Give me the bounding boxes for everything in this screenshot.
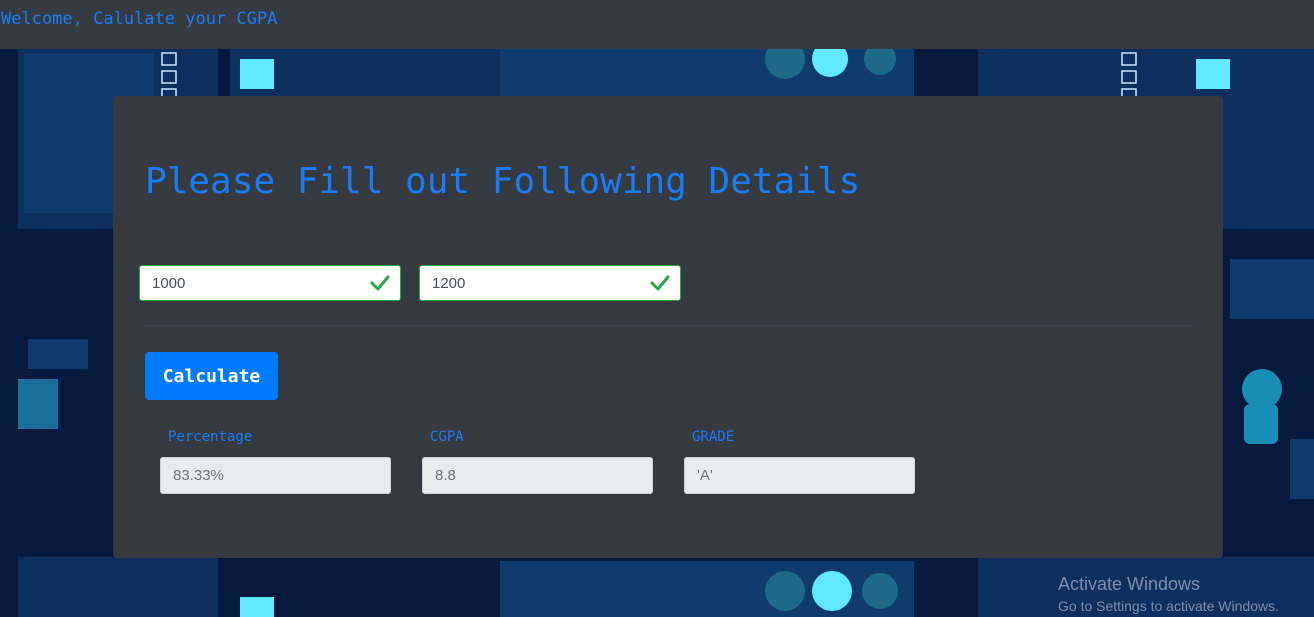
grade-output[interactable] bbox=[684, 457, 915, 494]
total-marks-field[interactable] bbox=[419, 265, 681, 301]
obtained-marks-input[interactable] bbox=[140, 266, 372, 300]
form-divider bbox=[141, 325, 1191, 326]
percentage-output[interactable] bbox=[160, 457, 391, 494]
activate-windows-title: Activate Windows bbox=[1058, 574, 1201, 594]
percentage-label: Percentage bbox=[168, 429, 253, 445]
valid-check-icon bbox=[370, 275, 390, 291]
activate-windows-subtitle: Go to Settings to activate Windows. bbox=[1058, 598, 1279, 614]
cgpa-output[interactable] bbox=[422, 457, 653, 494]
calculate-button[interactable]: Calculate bbox=[145, 352, 278, 400]
form-heading: Please Fill out Following Details bbox=[145, 161, 861, 202]
grade-label: GRADE bbox=[692, 429, 735, 445]
obtained-marks-field[interactable] bbox=[139, 265, 401, 301]
valid-check-icon bbox=[650, 275, 670, 291]
total-marks-input[interactable] bbox=[420, 266, 652, 300]
cgpa-form-card: Please Fill out Following Details Calcul… bbox=[113, 96, 1223, 558]
top-navbar: Welcome, Calulate your CGPA bbox=[0, 0, 1314, 50]
cgpa-label: CGPA bbox=[430, 429, 464, 445]
navbar-title: Welcome, Calulate your CGPA bbox=[1, 9, 278, 29]
